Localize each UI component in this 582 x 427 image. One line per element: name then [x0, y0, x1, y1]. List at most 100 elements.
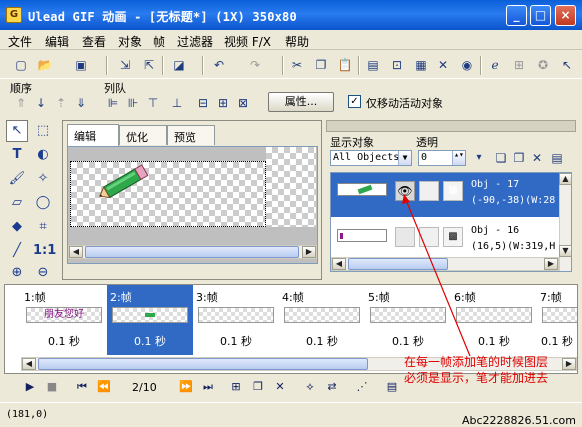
menu-edit[interactable]: 编辑	[45, 33, 69, 50]
canvas-h-scrollbar[interactable]: ◀ ▶	[68, 245, 317, 259]
reverse-frames-icon[interactable]: ⇄	[324, 379, 340, 395]
chevron-down-icon[interactable]: ▼	[398, 151, 411, 165]
new-object-icon[interactable]: ❏	[492, 149, 510, 167]
duplicate-frame-icon[interactable]: ❐	[250, 379, 266, 395]
menu-help[interactable]: 帮助	[285, 33, 309, 50]
scroll-thumb[interactable]	[348, 258, 448, 270]
panel-header[interactable]	[326, 120, 576, 132]
move-down-icon[interactable]: ↓	[32, 94, 50, 112]
scroll-left-icon[interactable]: ◀	[332, 258, 346, 270]
transform-tool-icon[interactable]: ◐	[32, 144, 54, 166]
scroll-thumb[interactable]	[85, 246, 299, 258]
scroll-left-icon[interactable]: ◀	[69, 246, 83, 258]
redo-icon[interactable]: ↷	[246, 56, 264, 74]
frame-item[interactable]: 7:帧 0.1 秒	[537, 285, 577, 355]
frame-delay[interactable]: 0.1 秒	[451, 333, 537, 349]
frame-panel-icon[interactable]: ▤	[364, 56, 382, 74]
frame-delay[interactable]: 0.1 秒	[365, 333, 451, 349]
text-tool-icon[interactable]: T	[6, 144, 28, 166]
object-row-17[interactable]: 👁 ▩ Obj - 17 (-90,-38)(W:28	[331, 173, 559, 217]
fill-tool-icon[interactable]: ◆	[6, 216, 28, 238]
frame-item[interactable]: 1:帧 朋友您好 0.1 秒	[21, 285, 107, 355]
cut-icon[interactable]: ✂	[288, 56, 306, 74]
frame-delay[interactable]: 0.1 秒	[193, 333, 279, 349]
frame-item[interactable]: 4:帧 0.1 秒	[279, 285, 365, 355]
tab-optimize[interactable]: 优化	[119, 125, 167, 145]
export-icon[interactable]: ⇱	[140, 56, 158, 74]
align-center-icon[interactable]: ⊪	[124, 94, 142, 112]
play-icon[interactable]: ▶	[22, 379, 38, 395]
previous-frame-icon[interactable]: ⏪	[96, 379, 112, 395]
center-horizontal-icon[interactable]: ⊟	[194, 94, 212, 112]
align-top-icon[interactable]: ⊤	[144, 94, 162, 112]
lock-toggle[interactable]	[419, 227, 439, 247]
browser-preview-icon[interactable]: ℯ	[486, 56, 504, 74]
frame-image-icon[interactable]: ▤	[384, 379, 400, 395]
tab-edit[interactable]: 编辑	[67, 124, 119, 146]
pick-tool-icon[interactable]: ↖	[6, 120, 28, 142]
crop-icon[interactable]: ✕	[434, 56, 452, 74]
scroll-right-icon[interactable]: ▶	[562, 358, 576, 370]
scroll-down-icon[interactable]: ▼	[559, 245, 572, 257]
scroll-left-icon[interactable]: ◀	[22, 358, 36, 370]
lock-toggle[interactable]	[419, 181, 439, 201]
opacity-input[interactable]: 0 ▴▾	[418, 150, 466, 166]
opacity-dropdown-icon[interactable]: ▾	[470, 149, 488, 167]
last-frame-icon[interactable]: ⏭	[200, 379, 216, 395]
frame-item[interactable]: 3:帧 0.1 秒	[193, 285, 279, 355]
frame-properties-icon[interactable]: ⋰	[354, 379, 370, 395]
add-frame-icon[interactable]: ⊞	[228, 379, 244, 395]
eyedropper-icon[interactable]: ╱	[6, 240, 28, 262]
eye-toggle-hidden[interactable]	[395, 227, 415, 247]
objects-h-scrollbar[interactable]: ◀ ▶	[331, 257, 559, 271]
send-to-back-icon[interactable]: ⇓	[72, 94, 90, 112]
menu-file[interactable]: 文件	[8, 33, 32, 50]
scroll-up-icon[interactable]: ▲	[559, 173, 572, 185]
optimize-icon[interactable]: ⊞	[510, 56, 528, 74]
scroll-right-icon[interactable]: ▶	[544, 258, 558, 270]
brush-tool-icon[interactable]: 🖌	[6, 168, 28, 190]
align-left-icon[interactable]: ⊫	[104, 94, 122, 112]
objects-v-scrollbar[interactable]: ▲ ▼	[559, 173, 572, 271]
globe-icon[interactable]: ◉	[458, 56, 476, 74]
menu-frame[interactable]: 帧	[153, 33, 165, 50]
open-file-icon[interactable]: 📂	[36, 56, 54, 74]
title-bar[interactable]: G Ulead GIF 动画 - [无标题*] (1X) 350x80 _ □ …	[0, 0, 582, 30]
tool-options-icon[interactable]: ▦	[412, 56, 430, 74]
stop-icon[interactable]: ■	[44, 379, 60, 395]
object-filter-select[interactable]: All Objects ▼	[330, 150, 412, 166]
menu-video-fx[interactable]: 视频 F/X	[224, 33, 271, 50]
save-icon[interactable]: ▣	[72, 56, 90, 74]
center-vertical-icon[interactable]: ⊞	[214, 94, 232, 112]
align-bottom-icon[interactable]: ⊥	[168, 94, 186, 112]
menu-filter[interactable]: 过滤器	[177, 33, 213, 50]
bring-to-front-icon[interactable]: ⇑	[12, 94, 30, 112]
opacity-spinner-icon[interactable]: ▴▾	[452, 151, 465, 165]
menu-object[interactable]: 对象	[118, 33, 142, 50]
minimize-button[interactable]: _	[506, 5, 527, 26]
new-file-icon[interactable]: ▢	[12, 56, 30, 74]
eye-icon[interactable]: 👁	[395, 181, 415, 201]
canvas-workspace[interactable]: ◀ ▶	[67, 146, 318, 264]
settings-icon[interactable]: ✪	[534, 56, 552, 74]
zoom-in-icon[interactable]: ⊕	[6, 262, 28, 284]
edit-frame-icon[interactable]: ⊡	[388, 56, 406, 74]
properties-button[interactable]: 属性...	[268, 92, 334, 112]
maximize-button[interactable]: □	[530, 5, 551, 26]
tab-preview[interactable]: 预览	[167, 125, 215, 145]
undo-icon[interactable]: ↶	[210, 56, 228, 74]
frame-delay[interactable]: 0.1 秒	[537, 333, 577, 349]
frame-delay[interactable]: 0.1 秒	[279, 333, 365, 349]
center-both-icon[interactable]: ⊠	[234, 94, 252, 112]
next-frame-icon[interactable]: ⏩	[178, 379, 194, 395]
object-properties-icon[interactable]: ▤	[548, 149, 566, 167]
eraser-tool-icon[interactable]: ▱	[6, 192, 28, 214]
delete-object-icon[interactable]: ✕	[528, 149, 546, 167]
zoom-out-icon[interactable]: ⊖	[32, 262, 54, 284]
actual-size-icon[interactable]: 1:1	[32, 240, 56, 262]
help-pointer-icon[interactable]: ↖	[558, 56, 576, 74]
duplicate-object-icon[interactable]: ❐	[510, 149, 528, 167]
move-active-checkbox[interactable]: ✓	[348, 95, 361, 108]
delete-frame-icon[interactable]: ✕	[272, 379, 288, 395]
copy-icon[interactable]: ❐	[312, 56, 330, 74]
